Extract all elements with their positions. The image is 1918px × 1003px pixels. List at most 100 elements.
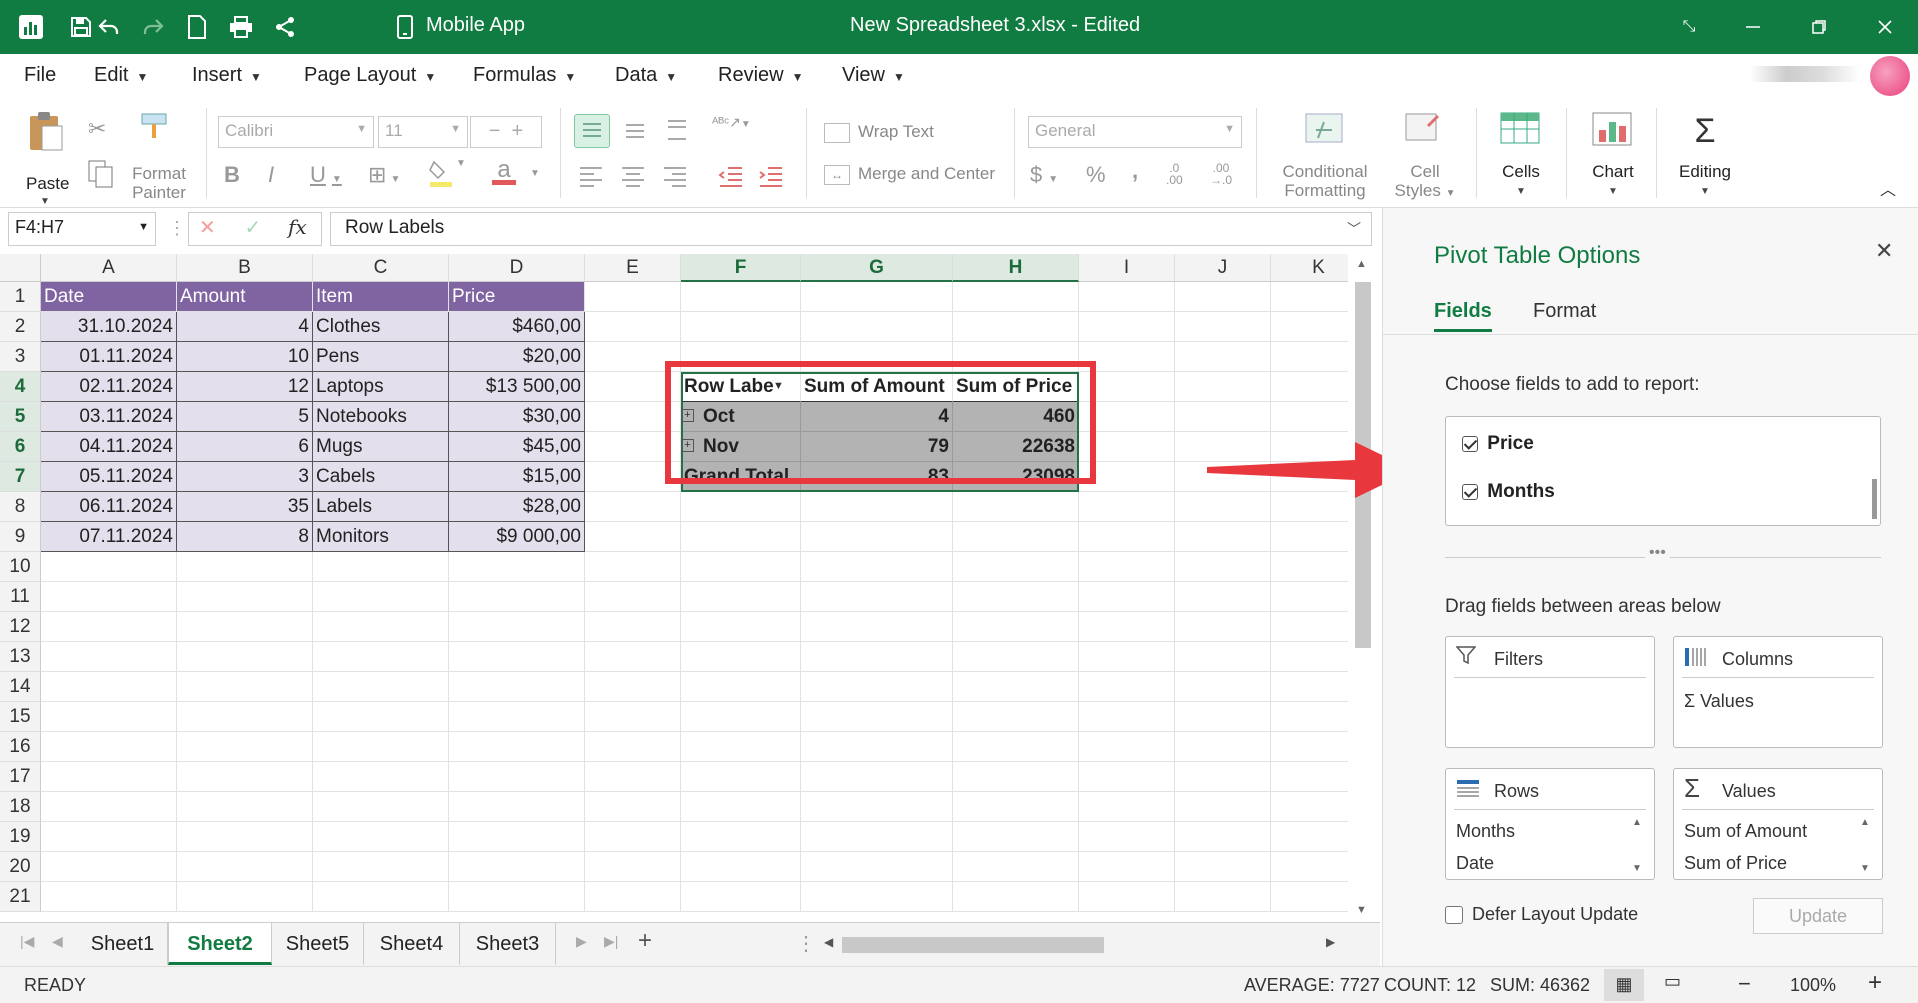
row-header-3[interactable]: 3 (0, 342, 41, 372)
row-header-18[interactable]: 18 (0, 792, 41, 822)
cell[interactable] (1175, 822, 1271, 852)
cell[interactable] (681, 702, 801, 732)
cell[interactable] (1175, 402, 1271, 432)
cell[interactable] (1175, 702, 1271, 732)
cell[interactable] (585, 882, 681, 912)
last-sheet-icon[interactable]: ▶| (604, 933, 618, 950)
cell[interactable] (41, 612, 177, 642)
tab-fields[interactable]: Fields (1434, 300, 1492, 332)
columns-area[interactable]: Columns Σ Values (1673, 636, 1883, 748)
row-header-11[interactable]: 11 (0, 582, 41, 612)
cell[interactable] (1079, 282, 1175, 312)
cell[interactable] (1175, 522, 1271, 552)
cell[interactable] (681, 732, 801, 762)
align-top-icon[interactable] (574, 114, 610, 148)
percent-icon[interactable]: % (1086, 162, 1106, 188)
cell[interactable] (953, 522, 1079, 552)
row-header-15[interactable]: 15 (0, 702, 41, 732)
horizontal-scroll-thumb[interactable] (842, 937, 1104, 953)
filters-area[interactable]: Filters (1445, 636, 1655, 748)
formula-bar-handle[interactable]: ⋮ (168, 218, 186, 239)
cell[interactable] (41, 552, 177, 582)
cell[interactable] (681, 672, 801, 702)
align-right-icon[interactable] (660, 162, 690, 196)
values-scroll-up-icon[interactable]: ▲ (1860, 817, 1870, 828)
cell[interactable] (585, 852, 681, 882)
align-center-icon[interactable] (618, 162, 648, 196)
table-cell[interactable]: 6 (177, 432, 313, 462)
table-cell[interactable]: Laptops (313, 372, 449, 402)
cell[interactable] (177, 732, 313, 762)
table-cell[interactable]: 5 (177, 402, 313, 432)
table-cell[interactable]: 05.11.2024 (41, 462, 177, 492)
checkbox-price[interactable] (1462, 436, 1478, 452)
values-scroll-down-icon[interactable]: ▼ (1860, 863, 1870, 874)
cell[interactable] (585, 642, 681, 672)
table-cell[interactable]: 12 (177, 372, 313, 402)
cell[interactable] (585, 822, 681, 852)
table-cell[interactable]: Clothes (313, 312, 449, 342)
cell[interactable] (177, 582, 313, 612)
cell[interactable] (1079, 732, 1175, 762)
cell[interactable] (313, 702, 449, 732)
row-header-19[interactable]: 19 (0, 822, 41, 852)
scroll-down-icon[interactable]: ▼ (1356, 904, 1367, 916)
columns-item-values[interactable]: Σ Values (1684, 691, 1754, 712)
table-cell[interactable]: $9 000,00 (449, 522, 585, 552)
cell[interactable] (1175, 582, 1271, 612)
align-bottom-icon[interactable] (660, 114, 694, 152)
cell[interactable] (1271, 852, 1350, 882)
cell[interactable] (585, 522, 681, 552)
zoom-in-icon[interactable]: + (1868, 969, 1882, 997)
cell[interactable] (449, 852, 585, 882)
cancel-formula-icon[interactable]: ✕ (199, 217, 216, 239)
column-header-h[interactable]: H (953, 254, 1079, 282)
cell[interactable] (953, 702, 1079, 732)
font-color-icon[interactable]: a (492, 156, 516, 185)
table-cell[interactable]: $28,00 (449, 492, 585, 522)
editing-button[interactable]: Σ Editing ▼ (1668, 112, 1742, 204)
cell[interactable] (41, 762, 177, 792)
increase-decimal-icon[interactable]: .0.00 (1166, 162, 1183, 186)
mobile-app-label[interactable]: Mobile App (426, 14, 525, 37)
cell[interactable] (681, 282, 801, 312)
cell[interactable] (1079, 612, 1175, 642)
maximize-icon[interactable] (1802, 10, 1836, 44)
cell[interactable] (1079, 762, 1175, 792)
values-item-sum-price[interactable]: Sum of Price (1684, 853, 1787, 874)
cell[interactable] (1175, 762, 1271, 792)
cell[interactable] (953, 882, 1079, 912)
cell[interactable] (177, 612, 313, 642)
cell[interactable] (1271, 642, 1350, 672)
row-header-17[interactable]: 17 (0, 762, 41, 792)
table-cell[interactable]: 07.11.2024 (41, 522, 177, 552)
table-cell[interactable]: 03.11.2024 (41, 402, 177, 432)
cell[interactable] (585, 552, 681, 582)
cell[interactable] (1271, 822, 1350, 852)
cell[interactable] (1175, 552, 1271, 582)
cell[interactable] (177, 792, 313, 822)
cell[interactable] (801, 882, 953, 912)
table-cell[interactable]: Labels (313, 492, 449, 522)
first-sheet-icon[interactable]: |◀ (20, 933, 34, 950)
cell[interactable] (41, 702, 177, 732)
rows-item-months[interactable]: Months (1456, 821, 1515, 842)
row-header-8[interactable]: 8 (0, 492, 41, 522)
cell[interactable] (801, 282, 953, 312)
cell[interactable] (1079, 852, 1175, 882)
cell[interactable] (801, 762, 953, 792)
cell[interactable] (585, 672, 681, 702)
cell[interactable] (1271, 552, 1350, 582)
cell[interactable] (1175, 732, 1271, 762)
field-item-months[interactable]: Months (1462, 481, 1555, 503)
row-header-20[interactable]: 20 (0, 852, 41, 882)
font-size-stepper[interactable]: − + (470, 116, 542, 148)
field-item-price[interactable]: Price (1462, 433, 1534, 455)
cell[interactable] (953, 852, 1079, 882)
cell[interactable] (801, 852, 953, 882)
tab-sheet5[interactable]: Sheet5 (272, 923, 364, 965)
vertical-scrollbar[interactable]: ▲ ▼ (1348, 254, 1378, 922)
cell[interactable] (449, 672, 585, 702)
cell[interactable] (681, 792, 801, 822)
align-middle-icon[interactable] (618, 114, 652, 152)
